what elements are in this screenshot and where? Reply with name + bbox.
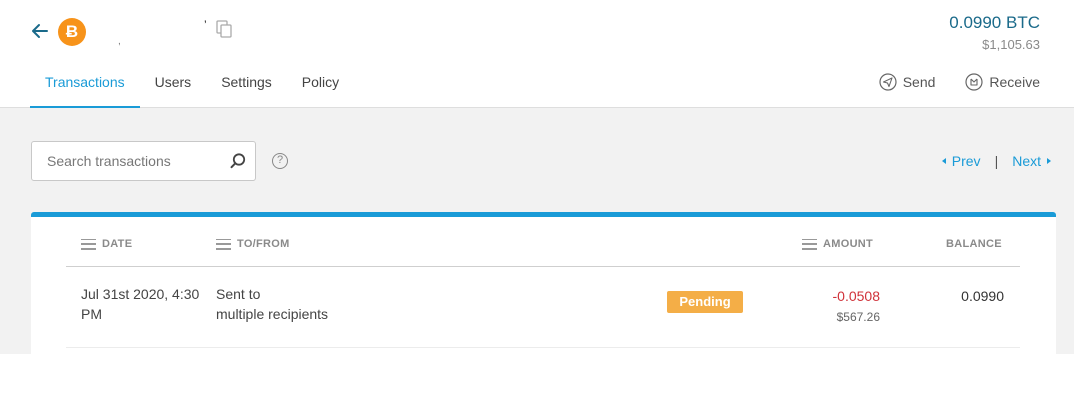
column-label: AMOUNT — [823, 238, 874, 250]
transaction-amount: -0.0508 — [832, 288, 880, 304]
next-label: Next — [1012, 153, 1041, 169]
tab-transactions[interactable]: Transactions — [30, 60, 140, 108]
date-line: PM — [81, 306, 102, 322]
transaction-balance: 0.0990 — [961, 288, 1004, 304]
receive-icon — [965, 73, 984, 91]
page-bottom — [0, 354, 1074, 412]
column-label: DATE — [102, 238, 133, 250]
caret-right-icon — [1047, 158, 1051, 164]
wallet-name-fragment: ’ — [204, 18, 207, 32]
table-row[interactable]: Jul 31st 2020, 4:30 PM Sent to multiple … — [66, 268, 1020, 348]
help-icon[interactable]: ? — [272, 153, 288, 169]
wallet-balance-usd: $1,105.63 — [982, 37, 1040, 52]
column-menu-icon[interactable] — [216, 238, 231, 250]
column-label: BALANCE — [946, 238, 1002, 250]
wallet-name: ’ , — [98, 14, 208, 46]
prev-label: Prev — [951, 153, 981, 169]
next-page-button[interactable]: Next — [1012, 153, 1051, 169]
tab-users[interactable]: Users — [140, 60, 207, 108]
receive-button[interactable]: Receive — [965, 70, 1040, 94]
wallet-name-fragment: , — [118, 36, 121, 46]
copy-icon[interactable] — [216, 20, 232, 38]
tab-settings[interactable]: Settings — [206, 60, 287, 108]
wallet-tabs: Transactions Users Settings Policy — [30, 60, 354, 108]
wallet-actions: Send Receive — [879, 70, 1040, 94]
pagination: Prev | Next — [941, 153, 1051, 169]
transaction-amount-usd: $567.26 — [836, 310, 880, 324]
receive-label: Receive — [989, 74, 1040, 90]
to-from-line: multiple recipients — [216, 306, 329, 322]
column-header-amount[interactable]: AMOUNT — [802, 238, 873, 250]
transaction-to-from: Sent to multiple recipients — [216, 284, 328, 324]
column-menu-icon[interactable] — [81, 238, 96, 250]
wallet-header: Ƀ ’ , 0.0990 BTC $1,105.63 Transactions … — [0, 0, 1074, 108]
date-line: Jul 31st 2020, 4:30 — [81, 286, 200, 302]
wallet-balance-btc: 0.0990 BTC — [949, 13, 1040, 32]
bitcoin-icon: Ƀ — [58, 18, 86, 46]
to-from-line: Sent to — [216, 286, 261, 302]
back-arrow-icon[interactable] — [30, 21, 50, 41]
column-label: TO/FROM — [237, 238, 290, 250]
status-badge: Pending — [667, 291, 743, 313]
transactions-content: ? Prev | Next DATE TO/FROM AMOUNT — [0, 108, 1074, 354]
transaction-date: Jul 31st 2020, 4:30 PM — [81, 284, 199, 324]
search-icon[interactable] — [229, 152, 247, 170]
caret-left-icon — [941, 158, 946, 164]
send-button[interactable]: Send — [879, 70, 936, 94]
table-header: DATE TO/FROM AMOUNT BALANCE — [66, 217, 1020, 267]
send-icon — [879, 73, 897, 91]
pager-separator: | — [994, 153, 999, 169]
transactions-table: DATE TO/FROM AMOUNT BALANCE Jul 31st 202… — [31, 212, 1056, 354]
column-header-balance[interactable]: BALANCE — [946, 238, 1002, 250]
prev-page-button[interactable]: Prev — [941, 153, 981, 169]
column-header-to-from[interactable]: TO/FROM — [216, 238, 290, 250]
tab-policy[interactable]: Policy — [287, 60, 354, 108]
send-label: Send — [902, 74, 936, 90]
column-menu-icon[interactable] — [802, 238, 817, 250]
search-input[interactable] — [32, 142, 222, 180]
search-box — [31, 141, 256, 181]
column-header-date[interactable]: DATE — [81, 238, 132, 250]
